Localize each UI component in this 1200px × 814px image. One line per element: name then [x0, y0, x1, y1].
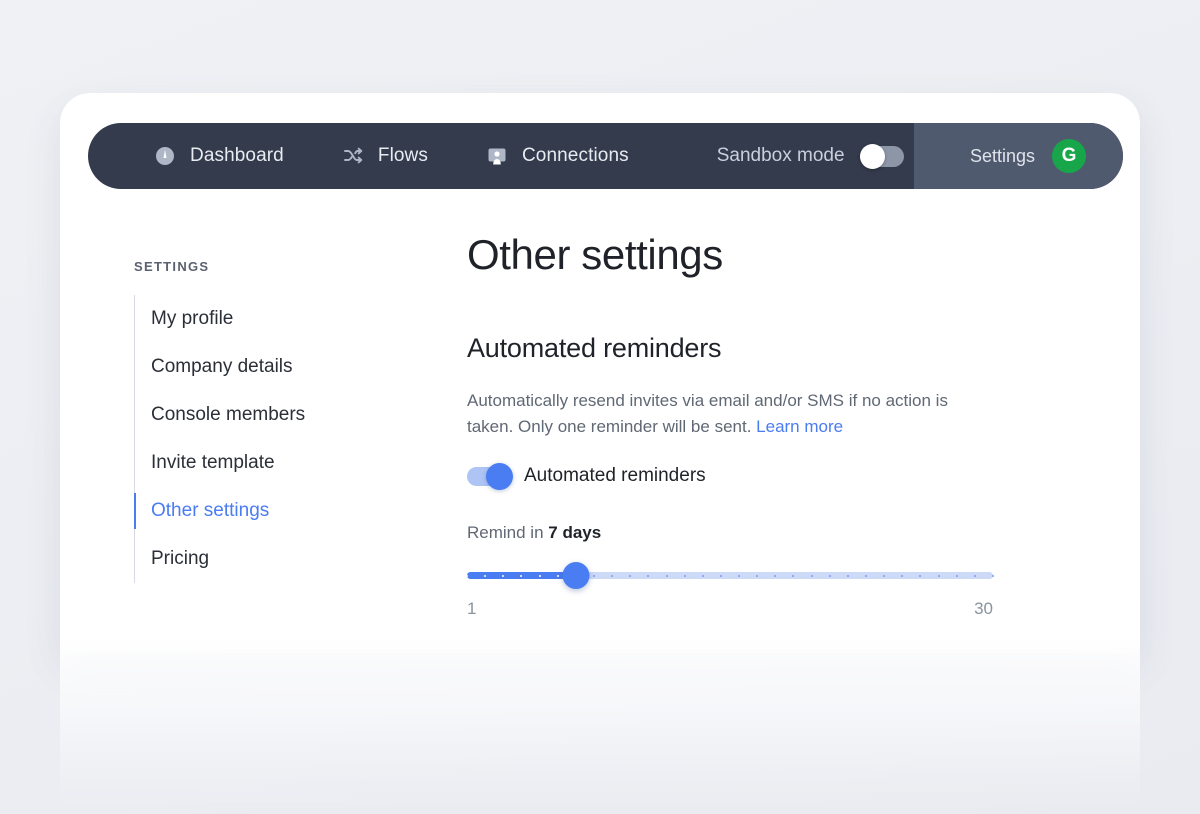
- sidebar-item-pricing[interactable]: Pricing: [135, 535, 408, 583]
- sidebar-item-console-members[interactable]: Console members: [135, 391, 408, 439]
- nav-item-label: Flows: [378, 145, 428, 167]
- slider-range-labels: 1 30: [467, 599, 993, 619]
- main-content: Other settings Automated reminders Autom…: [408, 159, 1140, 814]
- nav-item-label: Dashboard: [190, 145, 284, 167]
- slider-tick: [593, 575, 595, 577]
- sidebar-item-other-settings[interactable]: Other settings: [135, 487, 408, 535]
- slider-tick: [774, 575, 776, 577]
- nav-item-dashboard[interactable]: Dashboard: [154, 145, 284, 167]
- nav-item-settings[interactable]: Settings G: [914, 123, 1123, 189]
- remind-days-slider[interactable]: 1 30: [467, 572, 993, 619]
- navbar-left-group: Dashboard Flows: [88, 123, 914, 189]
- slider-tick: [720, 575, 722, 577]
- slider-tick: [847, 575, 849, 577]
- slider-tick: [684, 575, 686, 577]
- slider-tick: [974, 575, 976, 577]
- slider-thumb[interactable]: [562, 562, 589, 589]
- page-title: Other settings: [467, 231, 1140, 279]
- sidebar-nav-list: My profile Company details Console membe…: [134, 295, 408, 583]
- automated-reminders-toggle[interactable]: [467, 467, 511, 486]
- slider-tick: [938, 575, 940, 577]
- slider-tick: [901, 575, 903, 577]
- sidebar-item-label: Console members: [151, 404, 305, 425]
- shuffle-icon: [342, 145, 364, 167]
- nav-item-label: Connections: [522, 145, 629, 167]
- slider-tick: [702, 575, 704, 577]
- slider-track[interactable]: [467, 572, 993, 579]
- section-description: Automatically resend invites via email a…: [467, 388, 967, 440]
- slider-tick: [956, 575, 958, 577]
- sidebar-item-label: Other settings: [151, 500, 269, 521]
- sandbox-mode-label: Sandbox mode: [717, 145, 845, 167]
- slider-min-label: 1: [467, 599, 476, 619]
- sidebar-item-company-details[interactable]: Company details: [135, 343, 408, 391]
- slider-tick: [629, 575, 631, 577]
- remind-in-line: Remind in 7 days: [467, 523, 1140, 543]
- sandbox-mode-toggle[interactable]: [860, 146, 904, 167]
- sidebar-item-label: Pricing: [151, 548, 209, 569]
- app-card: SETTINGS My profile Company details Cons…: [60, 93, 1140, 814]
- slider-tick: [792, 575, 794, 577]
- slider-tick: [811, 575, 813, 577]
- slider-tick: [611, 575, 613, 577]
- app-body: SETTINGS My profile Company details Cons…: [60, 159, 1140, 814]
- nav-item-connections[interactable]: Connections: [486, 145, 629, 167]
- slider-tick: [666, 575, 668, 577]
- sidebar-item-invite-template[interactable]: Invite template: [135, 439, 408, 487]
- learn-more-link[interactable]: Learn more: [756, 417, 843, 436]
- sandbox-mode-group: Sandbox mode: [717, 145, 904, 167]
- section-description-text: Automatically resend invites via email a…: [467, 391, 948, 436]
- nav-item-flows[interactable]: Flows: [342, 145, 428, 167]
- slider-max-label: 30: [974, 599, 993, 619]
- slider-tick: [919, 575, 921, 577]
- slider-tick: [756, 575, 758, 577]
- sidebar-item-label: Company details: [151, 356, 293, 377]
- slider-tick: [647, 575, 649, 577]
- top-navbar: Dashboard Flows: [88, 123, 1123, 189]
- sidebar-item-label: My profile: [151, 308, 233, 329]
- slider-tick: [992, 575, 994, 577]
- settings-sidebar: SETTINGS My profile Company details Cons…: [60, 159, 408, 814]
- slider-fill: [467, 572, 576, 579]
- slider-tick: [865, 575, 867, 577]
- sidebar-item-my-profile[interactable]: My profile: [135, 295, 408, 343]
- nav-settings-label: Settings: [970, 146, 1035, 167]
- contact-card-icon: [486, 145, 508, 167]
- remind-in-prefix: Remind in: [467, 523, 544, 542]
- sidebar-heading: SETTINGS: [134, 259, 408, 274]
- remind-in-value: 7 days: [548, 523, 601, 542]
- gauge-icon: [154, 145, 176, 167]
- sidebar-item-label: Invite template: [151, 452, 275, 473]
- slider-tick: [829, 575, 831, 577]
- section-title-automated-reminders: Automated reminders: [467, 333, 1140, 364]
- avatar[interactable]: G: [1052, 139, 1086, 173]
- automated-reminders-toggle-label: Automated reminders: [524, 465, 706, 487]
- slider-tick: [883, 575, 885, 577]
- automated-reminders-toggle-row: Automated reminders: [467, 465, 1140, 487]
- slider-tick: [738, 575, 740, 577]
